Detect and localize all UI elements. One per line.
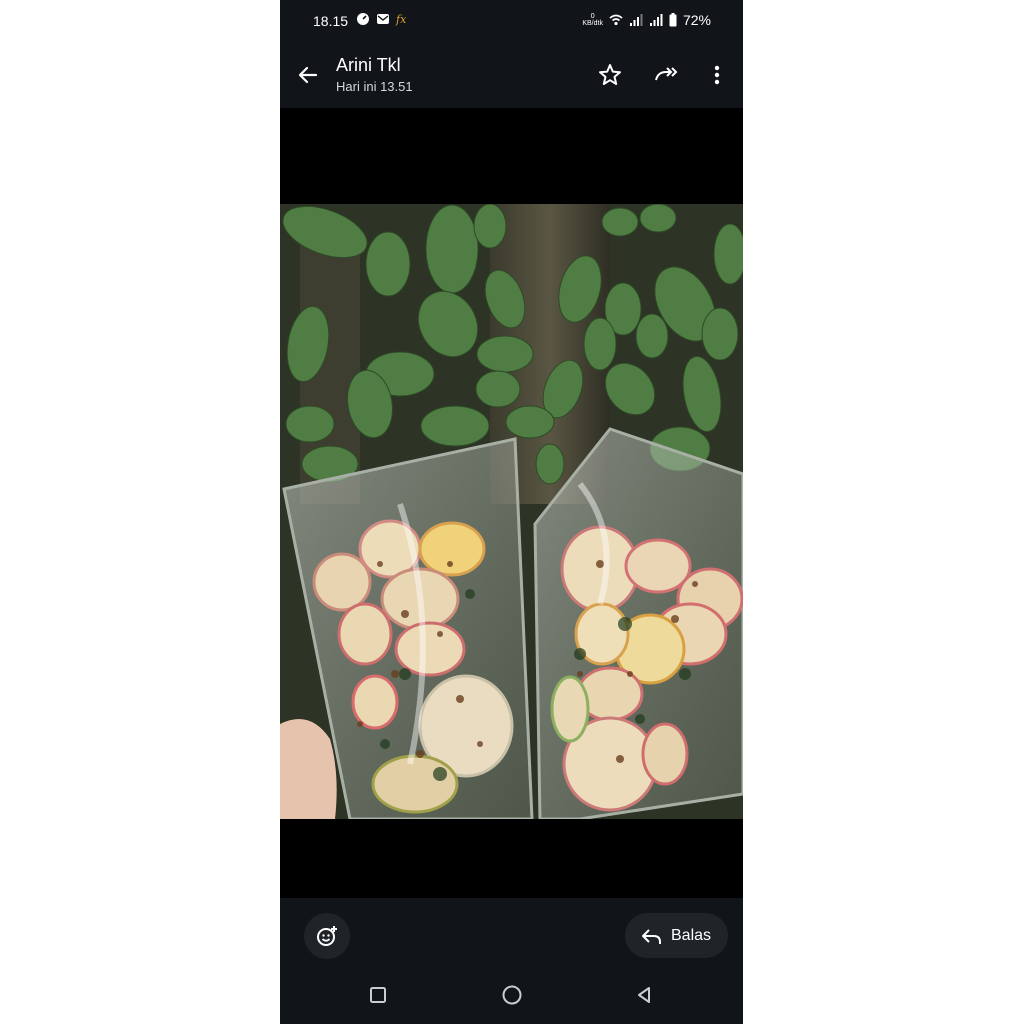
attached-photo[interactable] [280,203,743,821]
add-reaction-icon [317,926,337,946]
app-bar: Arini Tkl Hari ini 13.51 [280,42,743,108]
arrow-back-icon [298,66,318,84]
forward-button[interactable] [652,61,680,89]
more-options-button[interactable] [703,61,731,89]
star-button[interactable] [596,61,624,89]
net-speed-value: 0 [590,13,595,20]
mail-icon [376,12,390,26]
sender-name: Arini Tkl [336,55,401,75]
reply-button[interactable]: Balas [625,913,728,958]
fx-icon: fx [396,12,407,26]
wifi-icon [609,13,623,27]
photo-content [280,203,743,821]
battery-percent: 72% [682,12,711,28]
system-icons: 0 KB/dtk 72% [582,12,711,28]
forward-icon [655,67,678,81]
message-time: Hari ini 13.51 [336,79,413,94]
recents-button[interactable] [366,983,390,1007]
bottom-bar: Balas [280,898,743,1024]
back-button[interactable] [294,61,322,89]
phone-screen: 18.15 fx 0 KB/dtk 72% Arini Tkl Hari ini… [280,0,743,1024]
battery-icon [669,13,677,27]
signal-icon [629,13,643,27]
home-button[interactable] [500,983,524,1007]
status-bar: 18.15 fx 0 KB/dtk 72% [280,0,743,42]
recents-icon [370,987,386,1003]
status-time: 18.15 [313,13,349,29]
speedometer-icon [356,12,370,26]
reply-label: Balas [671,926,712,944]
reply-icon [642,928,661,944]
nav-back-button[interactable] [632,983,656,1007]
back-icon [638,987,650,1003]
more-vert-icon [714,65,720,85]
signal-icon [649,13,663,27]
net-speed-unit: KB/dtk [582,20,603,27]
add-reaction-button[interactable] [304,913,350,959]
star-icon [599,64,621,85]
notification-icons: fx [356,12,406,26]
net-speed: 0 KB/dtk [582,13,603,27]
home-icon [502,985,522,1005]
